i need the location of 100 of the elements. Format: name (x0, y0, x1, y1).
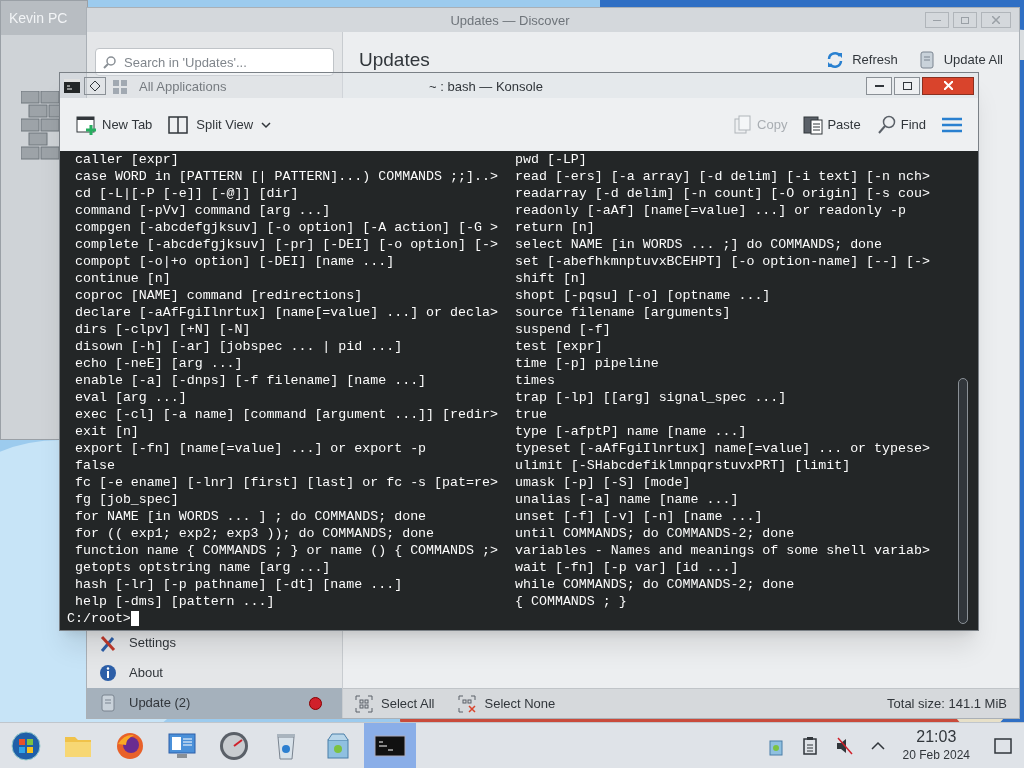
paste-icon (803, 114, 824, 135)
new-tab-button[interactable]: New Tab (76, 113, 153, 136)
terminal-line: trap [-lp] [[arg] signal_spec ...] (515, 389, 788, 406)
info-icon (99, 664, 117, 682)
split-view-icon (168, 114, 189, 135)
paste-button[interactable]: Paste (803, 114, 861, 135)
terminal-line: help [-dms] [pattern ...] (75, 593, 276, 610)
gauge-icon (218, 729, 250, 762)
caret-icon (261, 120, 272, 129)
terminal-line: set [-abefhkmnptuvxBCEHPT] [-o option-name] [--] [-> (515, 253, 931, 270)
terminal-line: select NAME [in WORDS ... ;] do COMMANDS; done (515, 236, 884, 253)
terminal-line: getopts optstring name [arg ...] (75, 559, 332, 576)
terminal-line: until COMMANDS; do COMMANDS-2; done (515, 525, 796, 542)
terminal-line: true (515, 406, 548, 423)
terminal-line: umask [-p] [-S] [mode] (515, 474, 692, 491)
tools-icon (99, 634, 117, 652)
terminal-line: readonly [-aAf] [name[=value] ...] or readonly -p (515, 202, 907, 219)
package-icon (917, 51, 936, 69)
window-title: ~ : bash — Konsole (429, 78, 543, 94)
terminal-line: continue [n] (75, 270, 172, 287)
window-title: Updates — Discover (450, 13, 570, 28)
terminal-line: dirs [-clpv] [+N] [-N] (75, 321, 252, 338)
sidebar-item[interactable]: All Applications (113, 78, 227, 96)
terminal-line: declare [-aAfFgiIlnrtux] [name[=value] ...] or decla> (75, 304, 499, 321)
clock-date: 20 Feb 2024 (902, 746, 970, 764)
terminal-line: time [-p] pipeline (515, 355, 660, 372)
taskbar-button[interactable] (364, 722, 416, 768)
sidebar-item[interactable]: Update (2) (87, 688, 342, 718)
terminal-line: shopt [-pqsu] [-o] [optname ...] (515, 287, 772, 304)
scrollbar-thumb[interactable] (958, 378, 968, 624)
terminal-line: ulimit [-SHabcdefiklmnpqrstuvxPRT] [limit] (515, 457, 852, 474)
clipboard-icon[interactable] (800, 735, 819, 756)
terminal-line: readarray [-d delim] [-n count] [-O origin] [-s cou> (515, 185, 931, 202)
terminal-line: for NAME [in WORDS ... ] ; do COMMANDS; done (75, 508, 428, 525)
terminal-line: disown [-h] [-ar] [jobspec ... | pid ...] (75, 338, 404, 355)
pin-icon (90, 80, 100, 91)
terminal-line: false (75, 457, 116, 474)
terminal-line: test [expr] (515, 338, 604, 355)
terminal-line: { COMMANDS ; } (515, 593, 628, 610)
terminal-line: cd [-L|[-P [-e]] [-@]] [dir] (75, 185, 300, 202)
terminal-line: times (515, 372, 556, 389)
terminal-line: unset [-f] [-v] [-n] [name ...] (515, 508, 764, 525)
close-icon (992, 16, 1000, 24)
terminal-line: wait [-fn] [-p var] [id ...] (515, 559, 740, 576)
terminal-line: hash [-lr] [-p pathname] [-dt] [name ...] (75, 576, 404, 593)
pin-button[interactable] (84, 76, 106, 95)
terminal-line: echo [-neE] [arg ...] (75, 355, 244, 372)
window-title: Kevin PC (9, 8, 68, 28)
terminal-line: compgen [-abcdefgjksuv] [-o option] [-A action] [-G > (75, 219, 499, 236)
terminal-line: coproc [NAME] command [redirections] (75, 287, 364, 304)
terminal-line: typeset [-aAfFgiIlnrtux] name[=value] ... or typese> (515, 440, 931, 457)
terminal-line: exit [n] (75, 423, 140, 440)
terminal-line: type [-afptP] name [name ...] (515, 423, 748, 440)
terminal-line: caller [expr] (75, 151, 180, 168)
clock-time: 21:03 (916, 727, 957, 746)
terminal-line: shift [n] (515, 270, 588, 287)
search-icon (876, 114, 897, 135)
terminal-line: enable [-a] [-dnps] [-f filename] [name ...] (75, 372, 428, 389)
select-none-button[interactable]: Select None (458, 693, 556, 714)
muted-speaker-icon[interactable] (834, 735, 853, 756)
terminal-line: for (( exp1; exp2; exp3 )); do COMMANDS; done (75, 525, 436, 542)
text-cursor (130, 611, 139, 626)
terminal-line: source filename [arguments] (515, 304, 732, 321)
refresh-button[interactable]: Refresh (826, 50, 898, 70)
terminal-line: fc [-e ename] [-lnr] [first] [last] or fc -s [pat=re> (75, 474, 499, 491)
select-all-icon (355, 694, 373, 713)
search-field[interactable]: Search in 'Updates'... (95, 48, 334, 76)
grid-icon (113, 80, 127, 94)
terminal-line: variables - Names and meanings of some shell variab> (515, 542, 931, 559)
terminal-line: export [-fn] [name[=value] ...] or export -p (75, 440, 428, 457)
terminal-line: pwd [-LP] (515, 151, 588, 168)
terminal-line: compopt [-o|+o option] [-DEI] [name ...] (75, 253, 396, 270)
terminal-line: exec [-cl] [-a name] [command [argument ...]] [redir> (75, 406, 499, 423)
show-desktop-icon[interactable] (994, 737, 1012, 754)
terminal-line: command [-pVv] command [arg ...] (75, 202, 332, 219)
copy-icon (733, 114, 754, 135)
sidebar-item[interactable]: Settings (87, 628, 342, 658)
start-menu-icon (10, 729, 42, 762)
close-icon (943, 81, 953, 90)
update-button[interactable]: Update All (917, 50, 1003, 70)
terminal-line: suspend [-f] (515, 321, 612, 338)
find-button[interactable]: Find (876, 114, 926, 135)
terminal-line: function name { COMMANDS ; } or name () { COMMANDS ;> (75, 542, 499, 559)
terminal-line: read [-ers] [-a array] [-d delim] [-i text] [-n nch> (515, 168, 931, 185)
terminal-line: case WORD in [PATTERN [| PATTERN]...) COMMANDS ;;]..> (75, 168, 499, 185)
split-button[interactable]: Split View (168, 113, 272, 136)
menu-icon[interactable] (942, 116, 962, 133)
terminal-line: return [n] (515, 219, 596, 236)
package-icon (99, 694, 117, 712)
terminal-line: complete [-abcdefgjksuv] [-pr] [-DEI] [-o option] [-> (75, 236, 499, 253)
prompt: C:/root> (67, 610, 131, 627)
select-all-button[interactable]: Select All (355, 693, 435, 714)
refresh-icon (826, 51, 845, 69)
total-size: Total size: 141.1 MiB (887, 694, 1007, 713)
select-none-icon (458, 694, 477, 713)
new-tab-icon (76, 113, 98, 136)
terminal-line: fg [job_spec] (75, 491, 180, 508)
terminal-line: eval [arg ...] (75, 389, 188, 406)
page-heading: Updates (359, 47, 430, 72)
sidebar-item[interactable]: About (87, 658, 342, 688)
